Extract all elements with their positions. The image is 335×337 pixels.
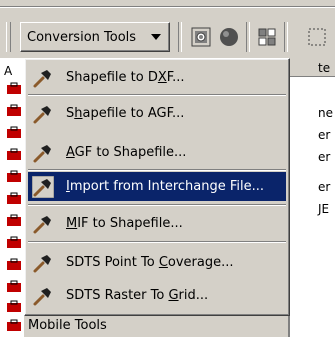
record-icon[interactable] — [218, 26, 240, 48]
menu-item-label: Shapefile to AGF... — [66, 106, 185, 121]
select-icon[interactable] — [306, 26, 328, 48]
hammer-icon — [33, 215, 51, 233]
toolbar-grip[interactable] — [6, 22, 11, 52]
menu-separator — [28, 204, 286, 206]
menu-item-shapefile-to-agf[interactable]: Shapefile to AGF... — [28, 99, 286, 128]
menu-item-label: Import from Interchange File... — [66, 179, 265, 194]
toolbar-highlight — [0, 7, 335, 8]
toolbar-separator — [284, 22, 288, 52]
toolbox-icon — [7, 214, 21, 226]
hammer-icon — [32, 175, 54, 198]
toolbox-icon — [7, 126, 21, 138]
hammer-icon — [33, 254, 51, 272]
hammer-icon — [33, 69, 51, 87]
toolbox-icon — [7, 300, 21, 312]
menu-item-sdts-point-to-coverage[interactable]: SDTS Point To Coverage... — [28, 248, 286, 277]
attribute-panel — [288, 58, 335, 337]
menu-item-shapefile-to-dxf[interactable]: Shapefile to DXF... — [28, 63, 286, 92]
menu-separator — [28, 169, 286, 171]
toolbox-icon — [7, 280, 21, 292]
panel-row-text: JE — [318, 202, 330, 216]
toolbox-icon — [7, 104, 21, 116]
panel-row-text: er — [318, 150, 331, 164]
menu-item-label: SDTS Raster To Grid... — [66, 288, 209, 303]
conversion-tools-dropdown[interactable]: Conversion Tools — [20, 22, 170, 52]
menu-item-sdts-raster-to-grid[interactable]: SDTS Raster To Grid... — [28, 281, 286, 310]
dropdown-arrow-icon — [151, 34, 161, 40]
menu-item-import-from-interchange-file[interactable]: Import from Interchange File... — [28, 172, 286, 201]
toolbox-icon — [7, 236, 21, 248]
column-header-text: te — [318, 61, 331, 75]
panel-row-text: er — [318, 180, 331, 194]
tree-caption: A — [4, 64, 13, 78]
menu-separator — [28, 241, 286, 243]
tree-item-mobile-tools[interactable]: Mobile Tools — [6, 318, 107, 333]
conversion-tools-menu: Shapefile to DXF... Shapefile to AGF... … — [24, 58, 290, 316]
toolbox-icon — [7, 192, 21, 204]
panel-row-text: er — [318, 128, 331, 142]
toolbar-separator — [178, 22, 182, 52]
toolbox-icon — [7, 258, 21, 270]
panel-row-text: ne — [318, 106, 333, 120]
toolbox-icon — [7, 170, 21, 182]
toolbox-icon — [7, 148, 21, 160]
tree-item-label: Mobile Tools — [28, 318, 107, 333]
menu-item-label: Shapefile to DXF... — [66, 70, 185, 85]
toolbar-separator — [246, 22, 250, 52]
hammer-icon — [33, 105, 51, 123]
hammer-icon — [33, 287, 51, 305]
hammer-icon — [33, 144, 51, 162]
map-icon[interactable] — [190, 26, 212, 48]
toolbox-icon — [7, 82, 21, 94]
menu-item-label: MIF to Shapefile... — [66, 216, 183, 231]
menu-item-mif-to-shapefile[interactable]: MIF to Shapefile... — [28, 209, 286, 238]
toolbox-icon — [7, 319, 21, 331]
menu-item-label: SDTS Point To Coverage... — [66, 255, 234, 270]
layer-icon[interactable] — [256, 26, 278, 48]
menu-item-agf-to-shapefile[interactable]: AGF to Shapefile... — [28, 138, 286, 167]
toolbar: Conversion Tools — [0, 0, 335, 58]
menu-item-label: AGF to Shapefile... — [66, 145, 187, 160]
menu-separator — [28, 94, 286, 96]
conversion-tools-label: Conversion Tools — [27, 29, 137, 45]
